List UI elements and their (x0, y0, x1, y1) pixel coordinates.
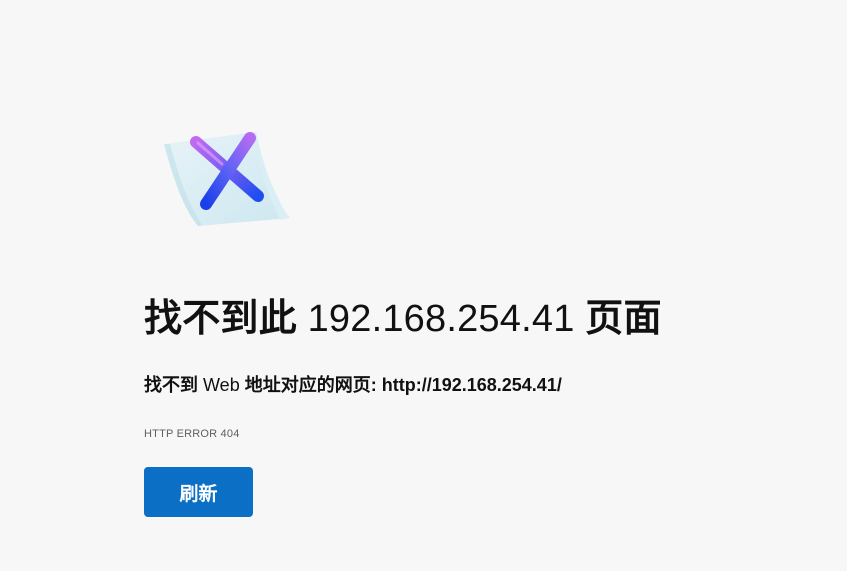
title-suffix: 页面 (585, 298, 662, 340)
error-code: HTTP ERROR 404 (144, 428, 240, 440)
subtitle-web: Web (203, 375, 240, 395)
title-host: 192.168.254.41 (307, 298, 575, 340)
page-not-found-x-icon (158, 128, 292, 230)
subtitle-prefix: 找不到 (144, 375, 198, 395)
subtitle-middle: 地址对应的网页: (244, 375, 377, 395)
error-description: 找不到 Web 地址对应的网页: http://192.168.254.41/ (144, 372, 562, 398)
subtitle-url: http://192.168.254.41/ (381, 375, 562, 395)
reload-button[interactable]: 刷新 (144, 467, 253, 517)
page-title: 找不到此 192.168.254.41 页面 (144, 293, 662, 345)
error-page: 找不到此 192.168.254.41 页面 找不到 Web 地址对应的网页: … (0, 0, 847, 571)
title-prefix: 找不到此 (144, 298, 297, 340)
